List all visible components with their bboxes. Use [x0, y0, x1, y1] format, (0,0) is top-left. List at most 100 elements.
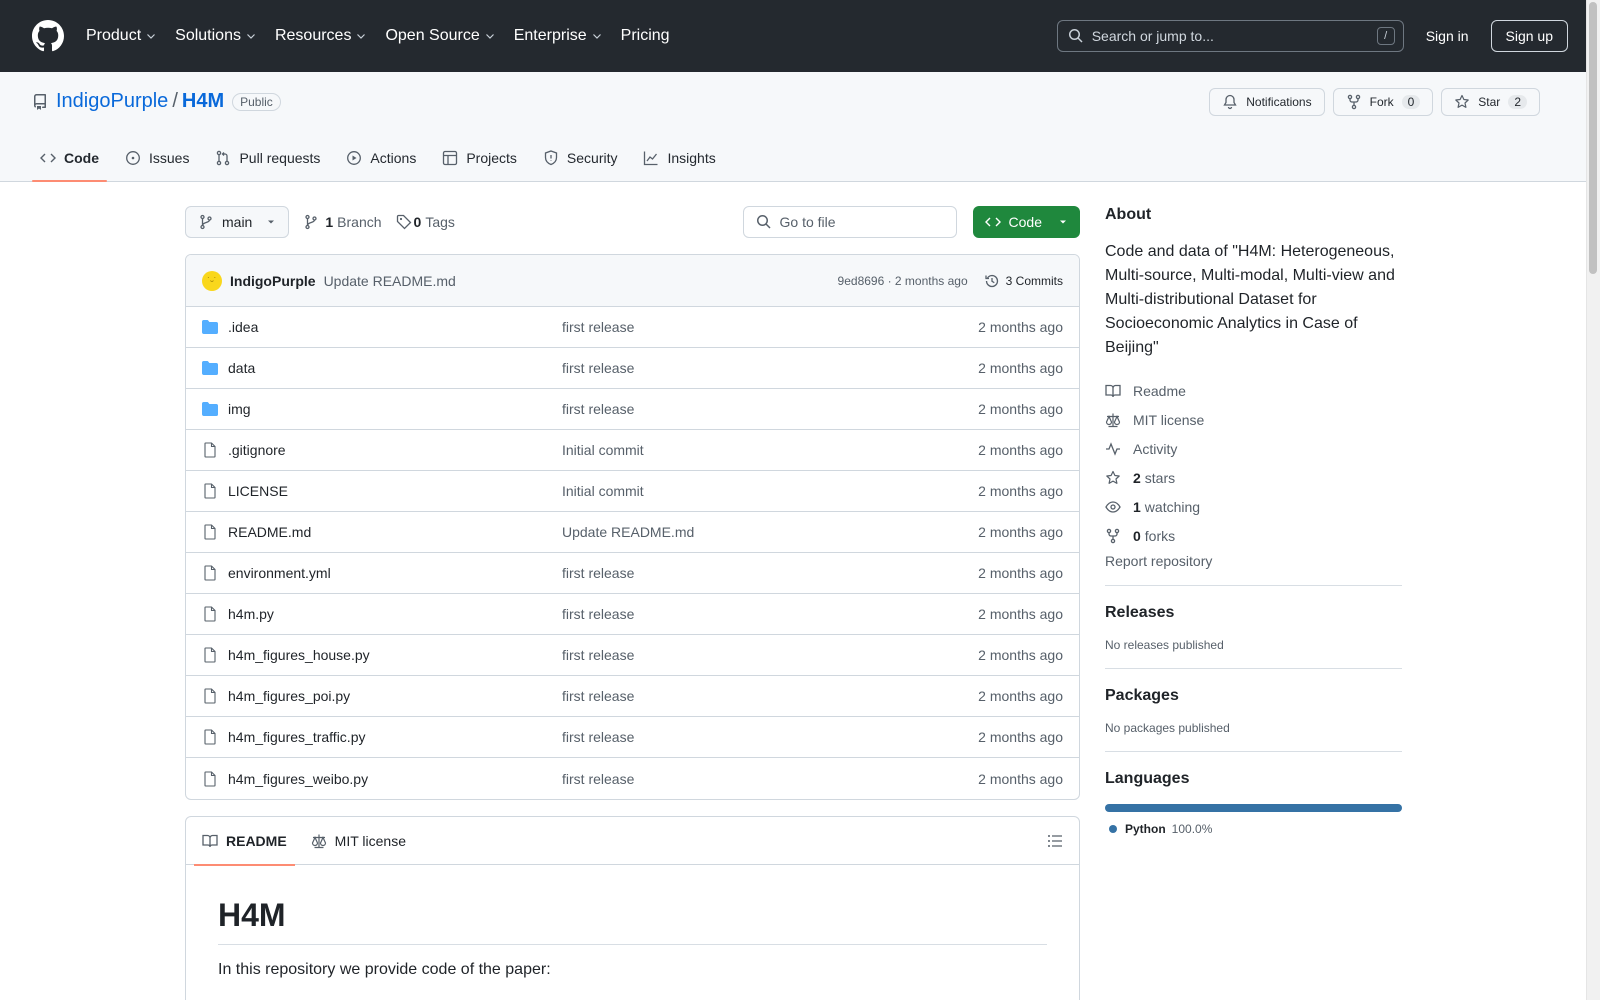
tab-license[interactable]: MIT license	[303, 817, 414, 865]
nav-pricing[interactable]: Pricing	[621, 27, 670, 45]
repo-owner-link[interactable]: IndigoPurple	[56, 90, 168, 113]
sign-in-link[interactable]: Sign in	[1426, 28, 1469, 44]
latest-commit: ˙ᵕ˙ IndigoPurple Update README.md 9ed869…	[186, 255, 1079, 307]
sign-up-button[interactable]: Sign up	[1490, 20, 1568, 52]
commit-hash-time[interactable]: 9ed8696 · 2 months ago	[838, 274, 968, 288]
packages-title[interactable]: Packages	[1105, 687, 1402, 705]
file-icon	[204, 606, 216, 622]
file-row[interactable]: LICENSE Initial commit 2 months ago	[186, 471, 1079, 512]
tab-readme[interactable]: README	[194, 817, 295, 866]
file-name[interactable]: README.md	[228, 524, 562, 540]
github-logo-icon[interactable]	[32, 20, 64, 52]
folder-icon	[202, 361, 218, 375]
nav-product[interactable]: Product	[86, 27, 157, 45]
file-row[interactable]: .gitignore Initial commit 2 months ago	[186, 430, 1079, 471]
file-name[interactable]: data	[228, 360, 562, 376]
file-icon	[204, 770, 216, 787]
tab-security[interactable]: Security	[535, 134, 626, 181]
file-row[interactable]: h4m_figures_house.py first release 2 month…	[186, 635, 1079, 676]
tab-actions[interactable]: Actions	[338, 134, 424, 181]
tab-projects[interactable]: Projects	[434, 134, 525, 181]
star-button[interactable]: Star 2	[1441, 88, 1540, 116]
file-commit-message[interactable]: first release	[562, 319, 634, 335]
search-input[interactable]: Search or jump to... /	[1056, 20, 1404, 52]
play-icon	[347, 150, 362, 165]
branches-link[interactable]: 1 Branch	[303, 214, 382, 230]
file-name[interactable]: img	[228, 401, 562, 417]
packages-empty-text: No packages published	[1105, 721, 1230, 735]
branch-name: main	[222, 214, 253, 230]
file-commit-message[interactable]: first release	[562, 647, 634, 663]
file-name[interactable]: h4m_figures_weibo.py	[228, 771, 562, 787]
file-commit-message[interactable]: Update README.md	[562, 524, 694, 540]
file-commit-message[interactable]: first release	[562, 401, 634, 417]
file-commit-message[interactable]: first release	[562, 565, 634, 581]
history-icon	[985, 274, 998, 287]
file-commit-message[interactable]: first release	[562, 606, 634, 622]
repo-name-link[interactable]: H4M	[182, 90, 224, 113]
activity-link[interactable]: Activity	[1105, 434, 1402, 463]
avatar[interactable]: ˙ᵕ˙	[202, 270, 222, 291]
file-row[interactable]: img first release 2 months ago	[186, 389, 1079, 430]
file-name[interactable]: h4m.py	[228, 606, 562, 622]
file-name[interactable]: .idea	[228, 319, 562, 335]
nav-enterprise[interactable]: Enterprise	[514, 27, 603, 45]
nav-open-source[interactable]: Open Source	[385, 27, 495, 45]
file-row[interactable]: README.md Update README.md 2 months ago	[186, 512, 1079, 553]
file-name[interactable]: h4m_figures_traffic.py	[228, 729, 562, 745]
file-row[interactable]: data first release 2 months ago	[186, 348, 1079, 389]
file-name[interactable]: h4m_figures_poi.py	[228, 688, 562, 704]
commit-author[interactable]: IndigoPurple	[230, 273, 316, 289]
file-name[interactable]: environment.yml	[228, 565, 562, 581]
commits-link[interactable]: 3 Commits	[984, 273, 1063, 289]
file-row[interactable]: h4m_figures_poi.py first release 2 months …	[186, 676, 1079, 717]
watching-link[interactable]: 1 watching	[1105, 492, 1402, 521]
file-commit-message[interactable]: Initial commit	[562, 442, 644, 458]
license-link-label: MIT license	[1133, 411, 1205, 428]
report-repository-link[interactable]: Report repository	[1105, 553, 1402, 586]
forks-link[interactable]: 0 forks	[1105, 521, 1402, 550]
scrollbar[interactable]	[1586, 0, 1600, 1000]
readme-link[interactable]: Readme	[1105, 376, 1402, 405]
releases-title[interactable]: Releases	[1105, 604, 1402, 622]
file-row[interactable]: h4m_figures_weibo.py first release 2 month…	[186, 758, 1079, 799]
stars-link[interactable]: 2 stars	[1105, 463, 1402, 492]
language-python[interactable]: Python 100.0%	[1105, 822, 1402, 836]
nav-solutions[interactable]: Solutions	[175, 27, 257, 45]
file-name[interactable]: .gitignore	[228, 442, 562, 458]
caret-down-icon	[268, 220, 275, 224]
file-commit-message[interactable]: Initial commit	[562, 483, 644, 499]
tab-pull-requests[interactable]: Pull requests	[207, 134, 328, 181]
file-row[interactable]: h4m_figures_traffic.py first release 2 mon…	[186, 717, 1079, 758]
branch-selector[interactable]: main	[185, 206, 290, 238]
search-placeholder: Search or jump to...	[1091, 28, 1214, 44]
fork-label: Fork	[1369, 95, 1394, 109]
go-to-file-input[interactable]: Go to file	[742, 206, 957, 238]
commit-message[interactable]: Update README.md	[324, 273, 456, 289]
file-row[interactable]: .idea first release 2 months ago	[186, 307, 1079, 348]
tags-link[interactable]: 0 Tags	[396, 214, 455, 230]
code-dropdown-button[interactable]: Code	[972, 206, 1080, 238]
forks-count: 0	[1133, 527, 1141, 544]
file-row[interactable]: environment.yml first release 2 months ago	[186, 553, 1079, 594]
license-link[interactable]: MIT license	[1105, 405, 1402, 434]
file-commit-age: 2 months ago	[978, 442, 1063, 458]
file-commit-age: 2 months ago	[978, 647, 1063, 663]
file-commit-message[interactable]: first release	[562, 771, 634, 787]
list-unordered-icon[interactable]	[1047, 833, 1063, 849]
nav-resources[interactable]: Resources	[275, 27, 367, 45]
file-name[interactable]: LICENSE	[228, 483, 562, 499]
code-icon	[984, 217, 1001, 227]
notifications-button[interactable]: Notifications	[1209, 88, 1325, 116]
file-commit-message[interactable]: first release	[562, 729, 634, 745]
file-row[interactable]: h4m.py first release 2 months ago	[186, 594, 1079, 635]
fork-button[interactable]: Fork 0	[1332, 88, 1434, 116]
scrollbar-thumb[interactable]	[1589, 2, 1597, 274]
file-name[interactable]: h4m_figures_house.py	[228, 647, 562, 663]
tab-code[interactable]: Code	[32, 134, 107, 182]
tab-insights[interactable]: Insights	[635, 134, 723, 181]
bell-icon	[1223, 94, 1237, 110]
tab-issues[interactable]: Issues	[117, 134, 197, 181]
file-commit-message[interactable]: first release	[562, 360, 634, 376]
file-commit-message[interactable]: first release	[562, 688, 634, 704]
